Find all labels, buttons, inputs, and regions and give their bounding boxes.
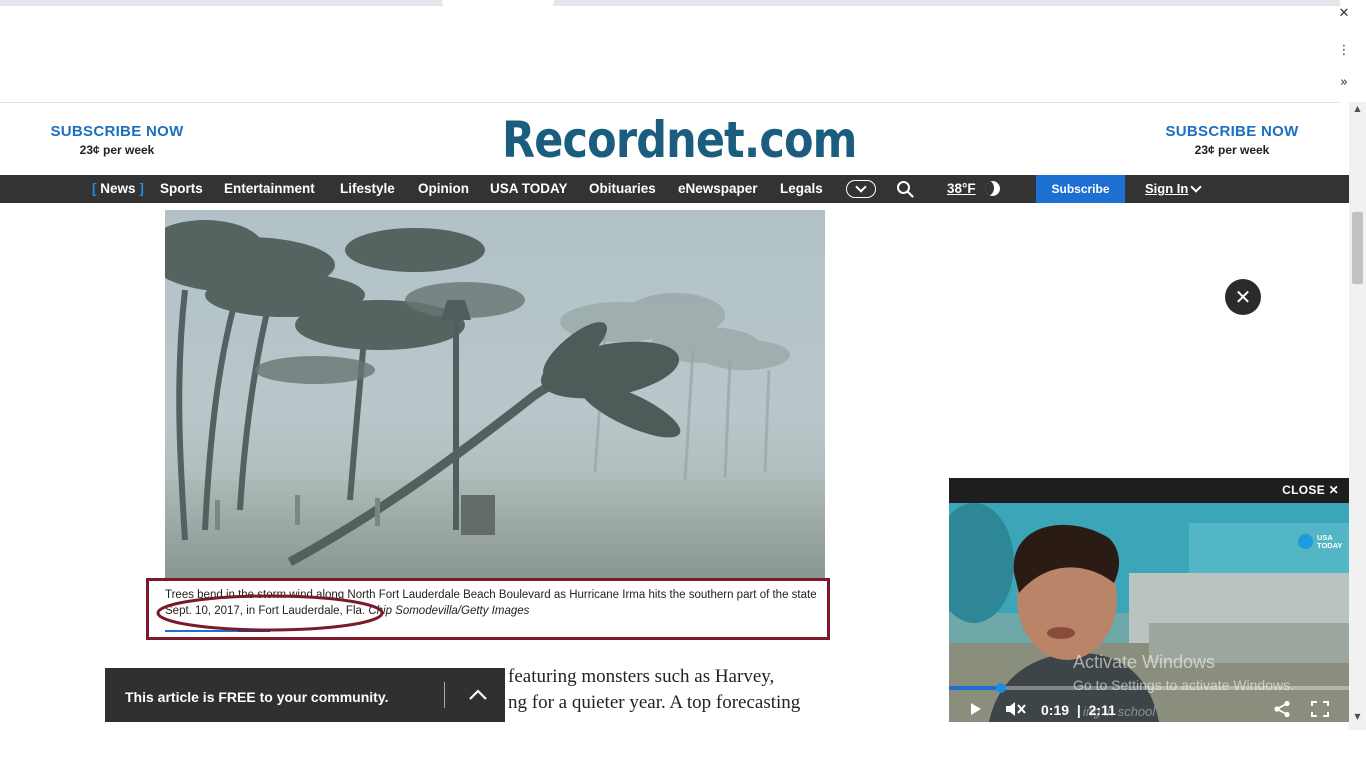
scroll-down-arrow-icon[interactable]: ▼ [1349, 712, 1366, 726]
nav-item-enewspaper[interactable]: eNewspaper [678, 181, 758, 196]
nav-item-news[interactable]: [ News ] [92, 181, 144, 196]
ad-controls: ✕ ⋮ » [1336, 0, 1352, 100]
subscribe-price: 23¢ per week [79, 143, 155, 157]
nav-item-legals[interactable]: Legals [780, 181, 823, 196]
scroll-up-arrow-icon[interactable]: ▲ [1349, 104, 1366, 118]
scroll-thumb[interactable] [1352, 212, 1363, 284]
nav-item-opinion[interactable]: Opinion [418, 181, 469, 196]
watermark-title: Activate Windows [1073, 652, 1216, 672]
video-progress-knob[interactable] [996, 683, 1006, 693]
article-hero-image [165, 210, 825, 578]
nav-bracket-open: [ [92, 181, 97, 196]
nav-item-label: News [100, 181, 136, 196]
nav-item-lifestyle[interactable]: Lifestyle [340, 181, 395, 196]
subscribe-price: 23¢ per week [1194, 143, 1270, 157]
video-time-separator: | [1076, 702, 1081, 718]
subscribe-now-title[interactable]: SUBSCRIBE NOW [1147, 123, 1317, 140]
weather-temperature[interactable]: 38°F [947, 181, 976, 196]
close-icon: ✕ [1328, 483, 1339, 497]
play-icon[interactable] [971, 703, 981, 715]
site-logo[interactable]: Recordnet.com [502, 111, 857, 169]
page-scrollbar[interactable]: ▲ ▼ [1349, 102, 1366, 730]
chevron-down-icon[interactable] [1190, 181, 1202, 193]
video-current-time: 0:19 [1041, 702, 1070, 718]
mute-icon[interactable] [1005, 701, 1027, 717]
top-ad-area [0, 6, 1340, 103]
usa-today-line2: TODAY [1317, 541, 1343, 550]
free-article-text: This article is FREE to your community. [125, 689, 389, 705]
body-line: ng for a quieter year. A top forecasting [508, 692, 801, 713]
nav-bracket-close: ] [139, 181, 144, 196]
search-icon[interactable] [896, 180, 914, 198]
free-article-banner: This article is FREE to your community. [105, 668, 505, 722]
hurricane-photo [165, 210, 825, 578]
subscribe-now-title[interactable]: SUBSCRIBE NOW [32, 123, 202, 140]
close-icon[interactable]: ✕ [1336, 6, 1352, 21]
video-header: CLOSE ✕ [949, 478, 1349, 503]
subscribe-now-left[interactable]: SUBSCRIBE NOW 23¢ per week [32, 123, 202, 157]
usa-today-dot-icon [1298, 534, 1313, 549]
moon-icon [985, 181, 1000, 196]
expand-icon[interactable]: » [1336, 75, 1352, 90]
date-highlight-ellipse [156, 594, 384, 632]
video-progress-fill [949, 686, 1001, 690]
video-controls: 0:19 | 2:11 [949, 694, 1349, 722]
nav-item-usa-today[interactable]: USA TODAY [490, 181, 568, 196]
nav-item-sports[interactable]: Sports [160, 181, 203, 196]
video-close-button[interactable]: CLOSE ✕ [1282, 483, 1339, 497]
share-icon[interactable] [1273, 700, 1291, 718]
kebab-menu-icon[interactable]: ⋮ [1336, 43, 1352, 58]
video-duration: 2:11 [1088, 702, 1116, 718]
more-chevron-icon[interactable] [846, 180, 876, 198]
video-close-label: CLOSE [1282, 483, 1325, 497]
photo-credit: Chip Somodevilla/Getty Images [368, 604, 530, 617]
watermark-subtitle: Go to Settings to activate Windows. [1073, 677, 1294, 693]
subscribe-button[interactable]: Subscribe [1036, 175, 1125, 203]
subscribe-now-right[interactable]: SUBSCRIBE NOW 23¢ per week [1147, 123, 1317, 157]
nav-item-entertainment[interactable]: Entertainment [224, 181, 315, 196]
video-progress-bar[interactable] [949, 683, 1349, 693]
chevron-up-icon[interactable] [465, 686, 491, 704]
masthead: SUBSCRIBE NOW 23¢ per week Recordnet.com… [0, 103, 1349, 175]
video-time: 0:19 | 2:11 [1041, 702, 1116, 718]
sign-in-link[interactable]: Sign In [1145, 181, 1188, 196]
nav-item-obituaries[interactable]: Obituaries [589, 181, 656, 196]
fullscreen-icon[interactable] [1311, 701, 1329, 717]
divider [444, 682, 445, 708]
usa-today-wordmark: USA TODAY [1317, 534, 1342, 550]
main-nav: [ News ] Sports Entertainment Lifestyle … [0, 175, 1349, 203]
close-ad-button[interactable]: ✕ [1225, 279, 1261, 315]
body-line: featuring monsters such as Harvey, [508, 666, 775, 687]
